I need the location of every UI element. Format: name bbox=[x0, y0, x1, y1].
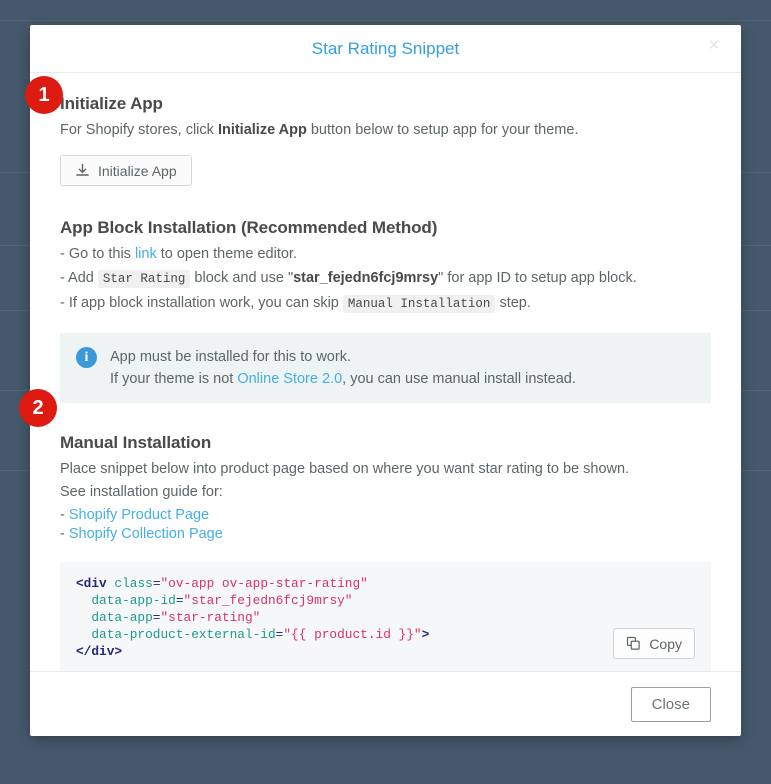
initialize-desc-post: button below to setup app for your theme… bbox=[306, 122, 579, 138]
manual-link-row: - Shopify Product Page bbox=[60, 507, 711, 523]
info-circle-icon: i bbox=[76, 347, 97, 368]
manual-installation-links: - Shopify Product Page - Shopify Collect… bbox=[60, 507, 711, 542]
initialize-desc-pre: For Shopify stores, click bbox=[60, 122, 218, 138]
download-icon bbox=[75, 163, 90, 178]
modal-title: Star Rating Snippet bbox=[311, 39, 460, 58]
copy-button[interactable]: Copy bbox=[613, 628, 695, 659]
close-button[interactable]: Close bbox=[630, 686, 711, 722]
app-block-line-3: - If app block installation work, you ca… bbox=[60, 293, 711, 315]
snippet-code-block[interactable]: <div class="ov-app ov-app-star-rating" d… bbox=[60, 562, 711, 671]
manual-installation-section: Manual Installation Place snippet below … bbox=[60, 433, 711, 542]
info-alert-line-1: App must be installed for this to work. bbox=[110, 349, 351, 365]
manual-description: Place snippet below into product page ba… bbox=[60, 461, 630, 477]
app-block-heading: App Block Installation (Recommended Meth… bbox=[60, 218, 438, 237]
app-block-line1-pre: - Go to this bbox=[60, 246, 135, 262]
manual-installation-heading: Manual Installation bbox=[60, 433, 212, 452]
app-block-line2-post: " for app ID to setup app block. bbox=[438, 270, 637, 286]
initialize-app-section: Initialize App For Shopify stores, click… bbox=[60, 94, 711, 186]
copy-button-label: Copy bbox=[649, 635, 682, 652]
copy-button-wrap: Copy bbox=[613, 628, 695, 659]
app-block-line2-mid: block and use " bbox=[190, 270, 294, 286]
star-rating-code-tag: Star Rating bbox=[97, 270, 191, 288]
app-block-line1-post: to open theme editor. bbox=[156, 246, 297, 262]
code-line2-value: "star_fejedn6fcj9mrsy" bbox=[183, 593, 353, 608]
manual-link-prefix: - bbox=[60, 507, 69, 523]
step-badge-2: 2 bbox=[19, 389, 57, 427]
app-block-line2-pre: - Add bbox=[60, 270, 98, 286]
code-line2-indent bbox=[76, 593, 91, 608]
code-line4-indent bbox=[76, 627, 91, 642]
close-icon[interactable]: × bbox=[701, 33, 727, 59]
copy-icon bbox=[626, 636, 641, 651]
online-store-2-link[interactable]: Online Store 2.0 bbox=[237, 371, 342, 387]
app-block-line-2: - Add Star Rating block and use "star_fe… bbox=[60, 268, 711, 290]
info-alert-line-2: If your theme is not Online Store 2.0, y… bbox=[110, 368, 576, 390]
snippet-code-content: <div class="ov-app ov-app-star-rating" d… bbox=[76, 575, 695, 660]
manual-guide-label: See installation guide for: bbox=[60, 484, 223, 500]
info-alert: i App must be installed for this to work… bbox=[60, 333, 711, 403]
modal-header: Star Rating Snippet × bbox=[30, 25, 741, 73]
code-line2-attr: data-app-id bbox=[91, 593, 176, 608]
code-line4-close: > bbox=[421, 627, 430, 642]
modal-footer: Close bbox=[30, 671, 741, 736]
app-block-installation-section: App Block Installation (Recommended Meth… bbox=[60, 218, 711, 315]
initialize-app-description: For Shopify stores, click Initialize App… bbox=[60, 120, 711, 141]
star-rating-snippet-modal: Star Rating Snippet × Initialize App For… bbox=[30, 25, 741, 736]
code-line2-eq: = bbox=[175, 593, 184, 608]
modal-body: Initialize App For Shopify stores, click… bbox=[30, 73, 741, 671]
manual-link-row: - Shopify Collection Page bbox=[60, 526, 711, 542]
initialize-button-wrap: Initialize App bbox=[60, 155, 711, 186]
initialize-desc-bold: Initialize App bbox=[217, 122, 307, 138]
manual-link-prefix: - bbox=[60, 526, 69, 542]
shopify-product-page-link[interactable]: Shopify Product Page bbox=[69, 507, 209, 523]
manual-installation-text: Place snippet below into product page ba… bbox=[60, 459, 711, 503]
step-badge-1: 1 bbox=[25, 76, 63, 114]
info-alert-text: App must be installed for this to work. … bbox=[110, 346, 576, 390]
app-block-line3-post: step. bbox=[495, 295, 531, 311]
manual-installation-code-tag: Manual Installation bbox=[342, 295, 496, 313]
backdrop-row-divider bbox=[0, 20, 771, 21]
code-line4-attr: data-product-external-id bbox=[91, 627, 276, 642]
info-line2-pre: If your theme is not bbox=[110, 371, 238, 387]
code-line3-value: "star-rating" bbox=[160, 610, 261, 625]
code-line1-attr: class bbox=[114, 576, 153, 591]
info-line2-post: , you can use manual install instead. bbox=[342, 371, 576, 387]
initialize-app-heading: Initialize App bbox=[60, 94, 163, 113]
code-line1-value: "ov-app ov-app-star-rating" bbox=[160, 576, 368, 591]
code-line4-value: "{{ product.id }}" bbox=[283, 627, 422, 642]
app-block-line-1: - Go to this link to open theme editor. bbox=[60, 244, 711, 265]
code-line3-indent bbox=[76, 610, 91, 625]
code-line1-tag: <div bbox=[76, 576, 115, 591]
code-line3-attr: data-app bbox=[91, 610, 153, 625]
app-block-line3-pre: - If app block installation work, you ca… bbox=[60, 295, 343, 311]
shopify-collection-page-link[interactable]: Shopify Collection Page bbox=[69, 526, 223, 542]
initialize-app-button-label: Initialize App bbox=[98, 162, 177, 179]
code-line5-tag: </div> bbox=[76, 644, 123, 659]
theme-editor-link[interactable]: link bbox=[135, 246, 157, 262]
code-line1-eq: = bbox=[152, 576, 161, 591]
app-id-value: star_fejedn6fcj9mrsy bbox=[293, 270, 439, 286]
initialize-app-button[interactable]: Initialize App bbox=[60, 155, 192, 186]
app-block-instruction-list: - Go to this link to open theme editor. … bbox=[60, 244, 711, 315]
